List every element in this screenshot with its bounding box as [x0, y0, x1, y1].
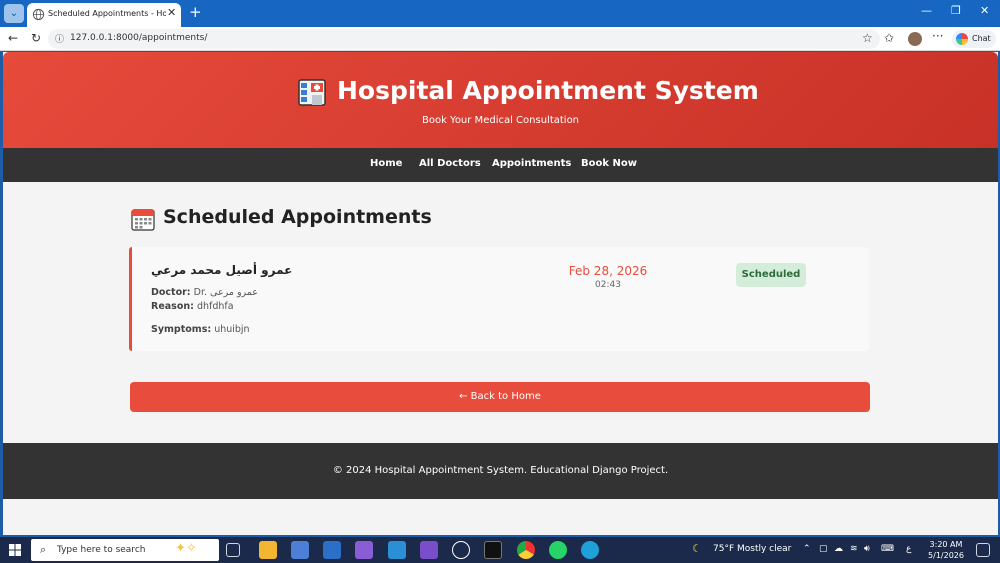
network-icon[interactable]: ☁: [834, 544, 843, 554]
input-language[interactable]: ع: [906, 544, 911, 554]
nav-book-now[interactable]: Book Now: [581, 158, 637, 169]
whatsapp-icon[interactable]: [549, 541, 567, 559]
doctor-row: Doctor: Dr. عمرو مرعى: [151, 287, 258, 298]
chatgpt-icon[interactable]: [452, 541, 470, 559]
doctor-value: Dr. عمرو مرعى: [193, 287, 258, 298]
patient-name: عمرو أصيل محمد مرعي: [151, 263, 293, 277]
taskbar-search-box[interactable]: ⌕ Type here to search ✦✧: [31, 539, 219, 561]
doctor-label: Doctor:: [151, 287, 191, 298]
taskbar-clock[interactable]: 3:20 AM 5/1/2026: [926, 539, 966, 561]
reason-row: Reason: dhfdhfa: [151, 301, 234, 312]
outlook-icon[interactable]: [323, 541, 341, 559]
url-text: 127.0.0.1:8000/appointments/: [70, 33, 208, 43]
symptoms-value: uhuibjn: [214, 324, 250, 335]
page-title: Scheduled Appointments: [163, 206, 432, 228]
browser-tab-bar: ⌄ Scheduled Appointments - Hospital ✕ + …: [0, 0, 1000, 27]
site-info-icon[interactable]: ⓘ: [55, 32, 64, 45]
task-view-icon[interactable]: [226, 543, 240, 557]
notifications-icon[interactable]: [976, 543, 990, 557]
visual-studio-icon[interactable]: [420, 541, 438, 559]
volume-icon[interactable]: 🔊︎: [864, 544, 870, 554]
reason-label: Reason:: [151, 301, 194, 312]
tab-actions-menu-icon[interactable]: ⌄: [4, 4, 24, 23]
tab-title: Scheduled Appointments - Hospital: [48, 9, 166, 18]
tray-chevron-icon[interactable]: ⌃: [803, 544, 811, 554]
favorites-list-icon[interactable]: ✩: [884, 31, 894, 45]
tab-close-icon[interactable]: ✕: [167, 6, 176, 19]
weather-text[interactable]: 75°F Mostly clear: [713, 544, 791, 554]
footer-text: © 2024 Hospital Appointment System. Educ…: [332, 465, 669, 476]
chrome-icon[interactable]: [517, 541, 535, 559]
status-badge: Scheduled: [736, 263, 806, 287]
main-nav: Home All Doctors Appointments Book Now: [3, 148, 998, 182]
refresh-icon[interactable]: ↻: [31, 31, 41, 45]
terminal-blue-icon[interactable]: [388, 541, 406, 559]
search-placeholder: Type here to search: [57, 545, 146, 555]
symptoms-label: Symptoms:: [151, 324, 212, 335]
wifi-icon[interactable]: ≋: [850, 544, 858, 554]
web-page: Hospital Appointment System Book Your Me…: [3, 52, 998, 535]
browser-address-bar: ← ↻ ⓘ 127.0.0.1:8000/appointments/ ☆ ✩ ·…: [0, 27, 1000, 51]
nav-all-doctors[interactable]: All Doctors: [419, 158, 481, 169]
window-close-icon[interactable]: ✕: [980, 4, 989, 17]
profile-avatar[interactable]: [908, 32, 922, 46]
copilot-icon: [956, 33, 968, 45]
back-arrow-icon[interactable]: ←: [8, 31, 18, 45]
hospital-icon: [298, 79, 326, 106]
restore-icon[interactable]: ❐: [951, 4, 961, 17]
more-options-icon[interactable]: ···: [932, 29, 943, 43]
nav-appointments[interactable]: Appointments: [492, 158, 571, 169]
copilot-chat-button[interactable]: Chat: [952, 30, 996, 48]
calendar-icon: [131, 209, 155, 231]
keyboard-icon[interactable]: ⌨: [881, 544, 894, 554]
tray-app-icon[interactable]: ▢: [819, 544, 828, 554]
clock-time: 3:20 AM: [929, 540, 963, 549]
site-title: Hospital Appointment System: [337, 76, 759, 105]
windows-taskbar: ⌕ Type here to search ✦✧ ☾ 75°F Mostly c…: [0, 537, 1000, 563]
file-explorer-icon[interactable]: [259, 541, 277, 559]
appointment-time: 02:43: [595, 280, 621, 290]
url-field[interactable]: ⓘ 127.0.0.1:8000/appointments/: [48, 29, 880, 49]
appointment-date: Feb 28, 2026: [568, 264, 648, 278]
appointment-card: عمرو أصيل محمد مرعي Doctor: Dr. عمرو مرع…: [129, 247, 869, 351]
sparkle-icon: ✦✧: [175, 541, 197, 556]
globe-icon: [32, 8, 45, 21]
site-header: Hospital Appointment System Book Your Me…: [3, 52, 998, 148]
terminal-icon[interactable]: [484, 541, 502, 559]
back-to-home-button[interactable]: ← Back to Home: [130, 382, 870, 412]
reason-value: dhfdhfa: [196, 301, 234, 312]
symptoms-row: Symptoms: uhuibjn: [151, 324, 250, 335]
site-footer: © 2024 Hospital Appointment System. Educ…: [3, 443, 998, 499]
windows-start-icon[interactable]: [9, 544, 21, 556]
nav-home[interactable]: Home: [370, 158, 402, 169]
favorite-star-icon[interactable]: ☆: [862, 31, 873, 45]
chat-label: Chat: [972, 34, 991, 43]
new-tab-plus-icon[interactable]: +: [189, 3, 202, 21]
copilot-app-icon[interactable]: [355, 541, 373, 559]
search-icon: ⌕: [40, 543, 47, 556]
browser-tab-active[interactable]: Scheduled Appointments - Hospital ✕: [27, 3, 181, 27]
site-subtitle: Book Your Medical Consultation: [421, 115, 580, 126]
clock-date: 5/1/2026: [928, 551, 964, 560]
store-icon[interactable]: [291, 541, 309, 559]
edge-icon[interactable]: [581, 541, 599, 559]
minimize-icon[interactable]: —: [921, 4, 932, 17]
weather-icon: ☾: [692, 542, 702, 555]
